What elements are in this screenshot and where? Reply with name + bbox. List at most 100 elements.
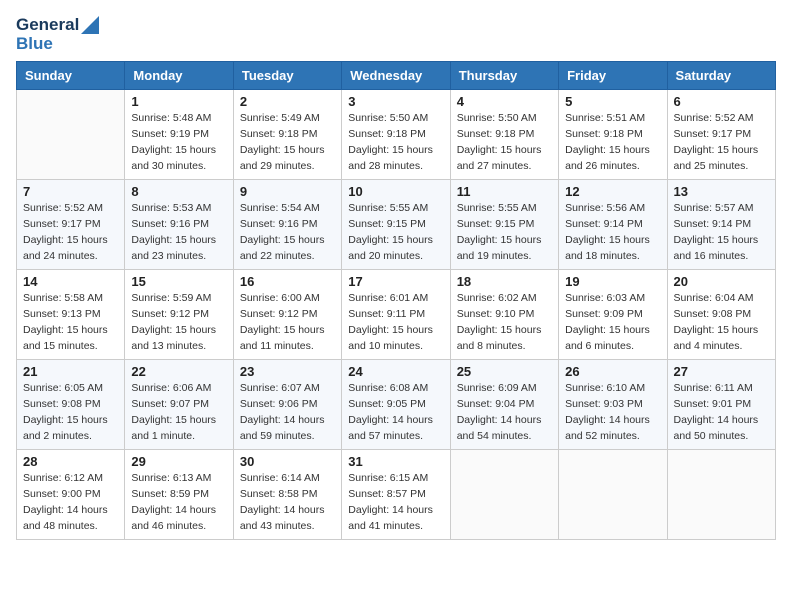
day-cell: 28 Sunrise: 6:12 AMSunset: 9:00 PMDayligh… [17,450,125,540]
logo: General Blue [16,16,99,53]
day-info: Sunrise: 6:04 AMSunset: 9:08 PMDaylight:… [674,291,769,354]
day-cell: 24 Sunrise: 6:08 AMSunset: 9:05 PMDayligh… [342,360,450,450]
day-info: Sunrise: 6:03 AMSunset: 9:09 PMDaylight:… [565,291,660,354]
day-info: Sunrise: 5:53 AMSunset: 9:16 PMDaylight:… [131,201,226,264]
day-info: Sunrise: 6:05 AMSunset: 9:08 PMDaylight:… [23,381,118,444]
day-cell: 16 Sunrise: 6:00 AMSunset: 9:12 PMDayligh… [233,270,341,360]
day-number: 21 [23,364,118,379]
day-cell: 17 Sunrise: 6:01 AMSunset: 9:11 PMDayligh… [342,270,450,360]
day-cell: 1 Sunrise: 5:48 AMSunset: 9:19 PMDaylight… [125,90,233,180]
day-number: 18 [457,274,552,289]
day-info: Sunrise: 6:01 AMSunset: 9:11 PMDaylight:… [348,291,443,354]
day-cell: 7Sunrise: 5:52 AMSunset: 9:17 PMDaylight… [17,180,125,270]
day-cell: 18Sunrise: 6:02 AMSunset: 9:10 PMDayligh… [450,270,558,360]
weekday-header-sunday: Sunday [17,62,125,90]
day-cell: 2 Sunrise: 5:49 AMSunset: 9:18 PMDaylight… [233,90,341,180]
day-info: Sunrise: 6:07 AMSunset: 9:06 PMDaylight:… [240,381,335,444]
day-number: 8 [131,184,226,199]
day-info: Sunrise: 5:52 AMSunset: 9:17 PMDaylight:… [674,111,769,174]
day-info: Sunrise: 5:58 AMSunset: 9:13 PMDaylight:… [23,291,118,354]
day-number: 28 [23,454,118,469]
day-cell: 26 Sunrise: 6:10 AMSunset: 9:03 PMDayligh… [559,360,667,450]
day-number: 17 [348,274,443,289]
day-cell: 14 Sunrise: 5:58 AMSunset: 9:13 PMDayligh… [17,270,125,360]
day-cell: 11 Sunrise: 5:55 AMSunset: 9:15 PMDayligh… [450,180,558,270]
day-number: 5 [565,94,660,109]
day-number: 25 [457,364,552,379]
day-cell: 3Sunrise: 5:50 AMSunset: 9:18 PMDaylight… [342,90,450,180]
day-number: 24 [348,364,443,379]
day-cell [559,450,667,540]
day-number: 14 [23,274,118,289]
day-number: 6 [674,94,769,109]
day-cell: 30 Sunrise: 6:14 AMSunset: 8:58 PMDayligh… [233,450,341,540]
day-number: 12 [565,184,660,199]
weekday-header-tuesday: Tuesday [233,62,341,90]
day-info: Sunrise: 5:55 AMSunset: 9:15 PMDaylight:… [457,201,552,264]
day-cell: 19 Sunrise: 6:03 AMSunset: 9:09 PMDayligh… [559,270,667,360]
day-cell: 23 Sunrise: 6:07 AMSunset: 9:06 PMDayligh… [233,360,341,450]
day-cell: 22Sunrise: 6:06 AMSunset: 9:07 PMDayligh… [125,360,233,450]
day-info: Sunrise: 5:49 AMSunset: 9:18 PMDaylight:… [240,111,335,174]
weekday-header-monday: Monday [125,62,233,90]
day-info: Sunrise: 6:11 AMSunset: 9:01 PMDaylight:… [674,381,769,444]
day-number: 15 [131,274,226,289]
day-number: 23 [240,364,335,379]
day-info: Sunrise: 6:10 AMSunset: 9:03 PMDaylight:… [565,381,660,444]
day-info: Sunrise: 6:12 AMSunset: 9:00 PMDaylight:… [23,471,118,534]
day-number: 19 [565,274,660,289]
day-info: Sunrise: 6:15 AMSunset: 8:57 PMDaylight:… [348,471,443,534]
day-number: 4 [457,94,552,109]
day-info: Sunrise: 6:00 AMSunset: 9:12 PMDaylight:… [240,291,335,354]
day-cell: 31 Sunrise: 6:15 AMSunset: 8:57 PMDayligh… [342,450,450,540]
day-cell: 6 Sunrise: 5:52 AMSunset: 9:17 PMDaylight… [667,90,775,180]
day-cell: 9 Sunrise: 5:54 AMSunset: 9:16 PMDaylight… [233,180,341,270]
day-cell: 20 Sunrise: 6:04 AMSunset: 9:08 PMDayligh… [667,270,775,360]
day-cell: 10 Sunrise: 5:55 AMSunset: 9:15 PMDayligh… [342,180,450,270]
logo-triangle-icon [81,16,99,34]
week-row-1: 1 Sunrise: 5:48 AMSunset: 9:19 PMDaylight… [17,90,776,180]
day-info: Sunrise: 6:09 AMSunset: 9:04 PMDaylight:… [457,381,552,444]
week-row-2: 7Sunrise: 5:52 AMSunset: 9:17 PMDaylight… [17,180,776,270]
day-cell: 12Sunrise: 5:56 AMSunset: 9:14 PMDayligh… [559,180,667,270]
day-number: 9 [240,184,335,199]
day-cell: 5Sunrise: 5:51 AMSunset: 9:18 PMDaylight… [559,90,667,180]
day-info: Sunrise: 5:48 AMSunset: 9:19 PMDaylight:… [131,111,226,174]
week-row-5: 28 Sunrise: 6:12 AMSunset: 9:00 PMDayligh… [17,450,776,540]
week-row-4: 21 Sunrise: 6:05 AMSunset: 9:08 PMDayligh… [17,360,776,450]
day-number: 16 [240,274,335,289]
day-number: 30 [240,454,335,469]
day-number: 7 [23,184,118,199]
day-info: Sunrise: 6:06 AMSunset: 9:07 PMDaylight:… [131,381,226,444]
day-number: 11 [457,184,552,199]
day-info: Sunrise: 5:59 AMSunset: 9:12 PMDaylight:… [131,291,226,354]
day-cell [17,90,125,180]
day-cell: 13 Sunrise: 5:57 AMSunset: 9:14 PMDayligh… [667,180,775,270]
day-cell: 4 Sunrise: 5:50 AMSunset: 9:18 PMDaylight… [450,90,558,180]
day-number: 26 [565,364,660,379]
day-cell: 8 Sunrise: 5:53 AMSunset: 9:16 PMDaylight… [125,180,233,270]
weekday-header-thursday: Thursday [450,62,558,90]
day-number: 13 [674,184,769,199]
weekday-header-row: SundayMondayTuesdayWednesdayThursdayFrid… [17,62,776,90]
day-cell: 29Sunrise: 6:13 AMSunset: 8:59 PMDayligh… [125,450,233,540]
day-info: Sunrise: 5:55 AMSunset: 9:15 PMDaylight:… [348,201,443,264]
day-number: 27 [674,364,769,379]
day-number: 1 [131,94,226,109]
day-info: Sunrise: 6:08 AMSunset: 9:05 PMDaylight:… [348,381,443,444]
day-number: 31 [348,454,443,469]
day-info: Sunrise: 6:14 AMSunset: 8:58 PMDaylight:… [240,471,335,534]
day-cell: 15 Sunrise: 5:59 AMSunset: 9:12 PMDayligh… [125,270,233,360]
day-info: Sunrise: 6:13 AMSunset: 8:59 PMDaylight:… [131,471,226,534]
day-cell [450,450,558,540]
day-number: 10 [348,184,443,199]
day-info: Sunrise: 5:57 AMSunset: 9:14 PMDaylight:… [674,201,769,264]
page-header: General Blue [16,16,776,53]
day-info: Sunrise: 5:50 AMSunset: 9:18 PMDaylight:… [457,111,552,174]
week-row-3: 14 Sunrise: 5:58 AMSunset: 9:13 PMDayligh… [17,270,776,360]
day-number: 20 [674,274,769,289]
weekday-header-friday: Friday [559,62,667,90]
day-number: 2 [240,94,335,109]
day-info: Sunrise: 5:54 AMSunset: 9:16 PMDaylight:… [240,201,335,264]
day-cell: 27 Sunrise: 6:11 AMSunset: 9:01 PMDayligh… [667,360,775,450]
